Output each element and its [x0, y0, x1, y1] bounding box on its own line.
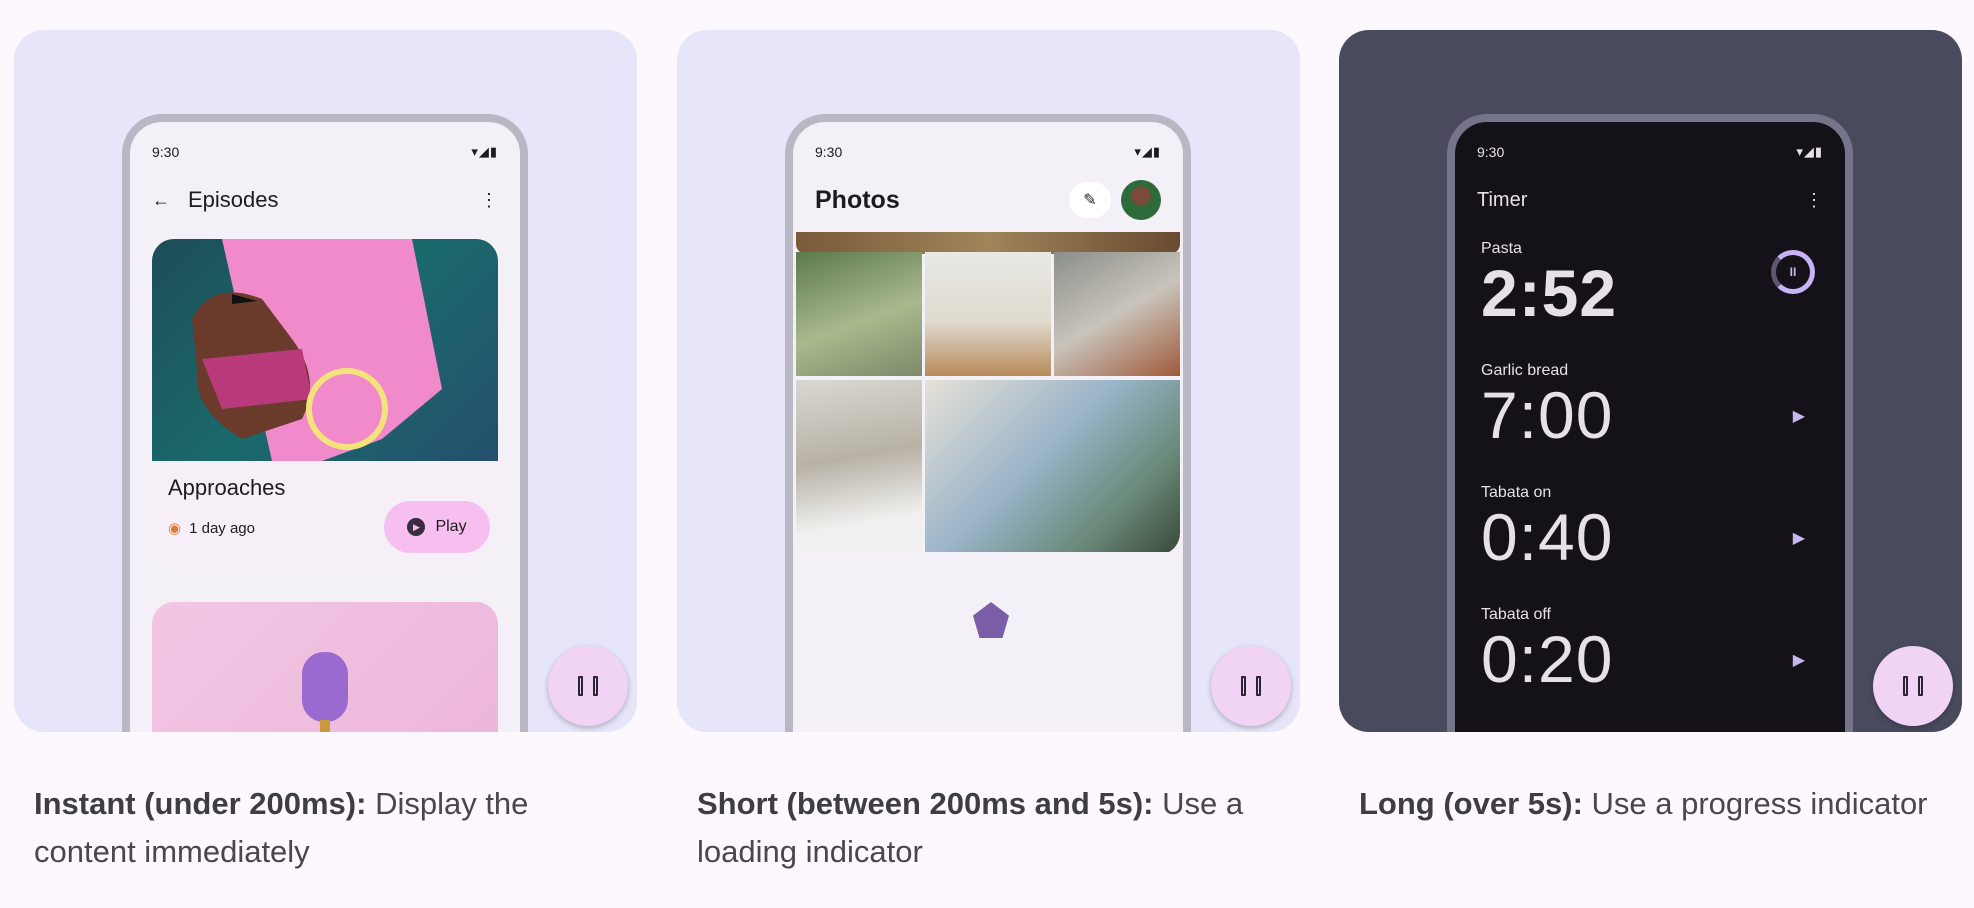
pause-icon [578, 676, 598, 696]
signal-battery-icon: ▾◢▮ [1134, 144, 1161, 159]
status-bar: 9:30 ▾◢▮ [1477, 142, 1823, 162]
pause-button[interactable] [1873, 646, 1953, 726]
episode-meta: ◉ 1 day ago [168, 519, 255, 538]
short-caption: Short (between 200ms and 5s): Use a load… [697, 780, 1297, 876]
episode-title: Approaches [168, 475, 286, 500]
signal-battery-icon: ▾◢▮ [1796, 144, 1823, 159]
episode-artwork-2[interactable] [152, 602, 498, 732]
status-time: 9:30 [152, 144, 180, 160]
avatar[interactable] [1121, 180, 1161, 220]
photo-thumbnail[interactable] [796, 380, 922, 552]
long-caption-text: Use a progress indicator [1582, 786, 1928, 821]
timer-item[interactable]: Pasta 2:52 II [1481, 240, 1823, 328]
short-card: 9:30 ▾◢▮ Photos ✎ [677, 30, 1300, 732]
photo-thumbnail[interactable] [796, 252, 922, 376]
status-time: 9:30 [1477, 144, 1505, 160]
pause-icon [1241, 676, 1261, 696]
timer-item[interactable]: Tabata on 0:40 ▶ [1481, 484, 1823, 572]
app-bar: Photos ✎ [815, 180, 1161, 220]
app-title: Episodes [188, 187, 279, 212]
loading-indicator [973, 602, 1009, 638]
long-card: 9:30 ▾◢▮ Timer ⋮ Pasta 2:52 II Garlic br… [1339, 30, 1962, 732]
app-bar: ← Episodes ⋮ [152, 180, 498, 220]
instant-card: 9:30 ▾◢▮ ← Episodes ⋮ Approaches ◉ 1 day… [14, 30, 637, 732]
more-vert-icon[interactable]: ⋮ [1805, 190, 1823, 211]
status-bar: 9:30 ▾◢▮ [815, 142, 1161, 162]
progress-indicator[interactable]: II [1771, 250, 1815, 294]
pause-icon [1903, 676, 1923, 696]
signal-battery-icon: ▾◢▮ [471, 144, 498, 159]
photo-thumbnail[interactable] [1054, 252, 1180, 376]
arrow-back-icon[interactable]: ← [152, 190, 170, 211]
long-caption: Long (over 5s): Use a progress indicator [1359, 780, 1959, 828]
podcast-icon: ◉ [168, 520, 182, 537]
phone-episodes: 9:30 ▾◢▮ ← Episodes ⋮ Approaches ◉ 1 day… [122, 114, 528, 732]
pause-button[interactable] [548, 646, 628, 726]
play-icon[interactable]: ▶ [1793, 406, 1805, 426]
photo-thumbnail[interactable] [925, 252, 1051, 376]
timer-value: 0:20 [1481, 622, 1614, 696]
timer-value: 0:40 [1481, 500, 1614, 574]
more-vert-icon[interactable]: ⋮ [480, 190, 498, 211]
edit-icon[interactable]: ✎ [1069, 182, 1111, 218]
episode-artwork-illustration [192, 239, 442, 461]
episode-artwork[interactable] [152, 239, 498, 461]
short-caption-bold: Short (between 200ms and 5s): [697, 786, 1154, 821]
play-icon[interactable]: ▶ [1793, 650, 1805, 670]
long-caption-bold: Long (over 5s): [1359, 786, 1583, 821]
play-button[interactable]: ▶ Play [384, 501, 490, 553]
episode-date: 1 day ago [189, 519, 255, 537]
app-bar: Timer ⋮ [1477, 180, 1823, 220]
status-time: 9:30 [815, 144, 843, 160]
app-title: Timer [1477, 188, 1528, 211]
timer-item[interactable]: Garlic bread 7:00 ▶ [1481, 362, 1823, 450]
timer-value: 7:00 [1481, 378, 1614, 452]
photo-grid [796, 240, 1180, 555]
timer-item[interactable]: Tabata off 0:20 ▶ [1481, 606, 1823, 694]
episode-card[interactable]: Approaches ◉ 1 day ago ▶ Play [152, 461, 498, 561]
pause-button[interactable] [1211, 646, 1291, 726]
play-icon[interactable]: ▶ [1793, 528, 1805, 548]
instant-caption-bold: Instant (under 200ms): [34, 786, 367, 821]
phone-timer: 9:30 ▾◢▮ Timer ⋮ Pasta 2:52 II Garlic br… [1447, 114, 1853, 732]
photo-thumbnail[interactable] [925, 380, 1180, 552]
microphone-illustration [302, 652, 348, 732]
phone-photos: 9:30 ▾◢▮ Photos ✎ [785, 114, 1191, 732]
play-icon: ▶ [407, 518, 426, 536]
instant-caption: Instant (under 200ms): Display the conte… [34, 780, 634, 876]
status-bar: 9:30 ▾◢▮ [152, 142, 498, 162]
app-title: Photos [815, 185, 900, 214]
play-label: Play [435, 518, 467, 535]
